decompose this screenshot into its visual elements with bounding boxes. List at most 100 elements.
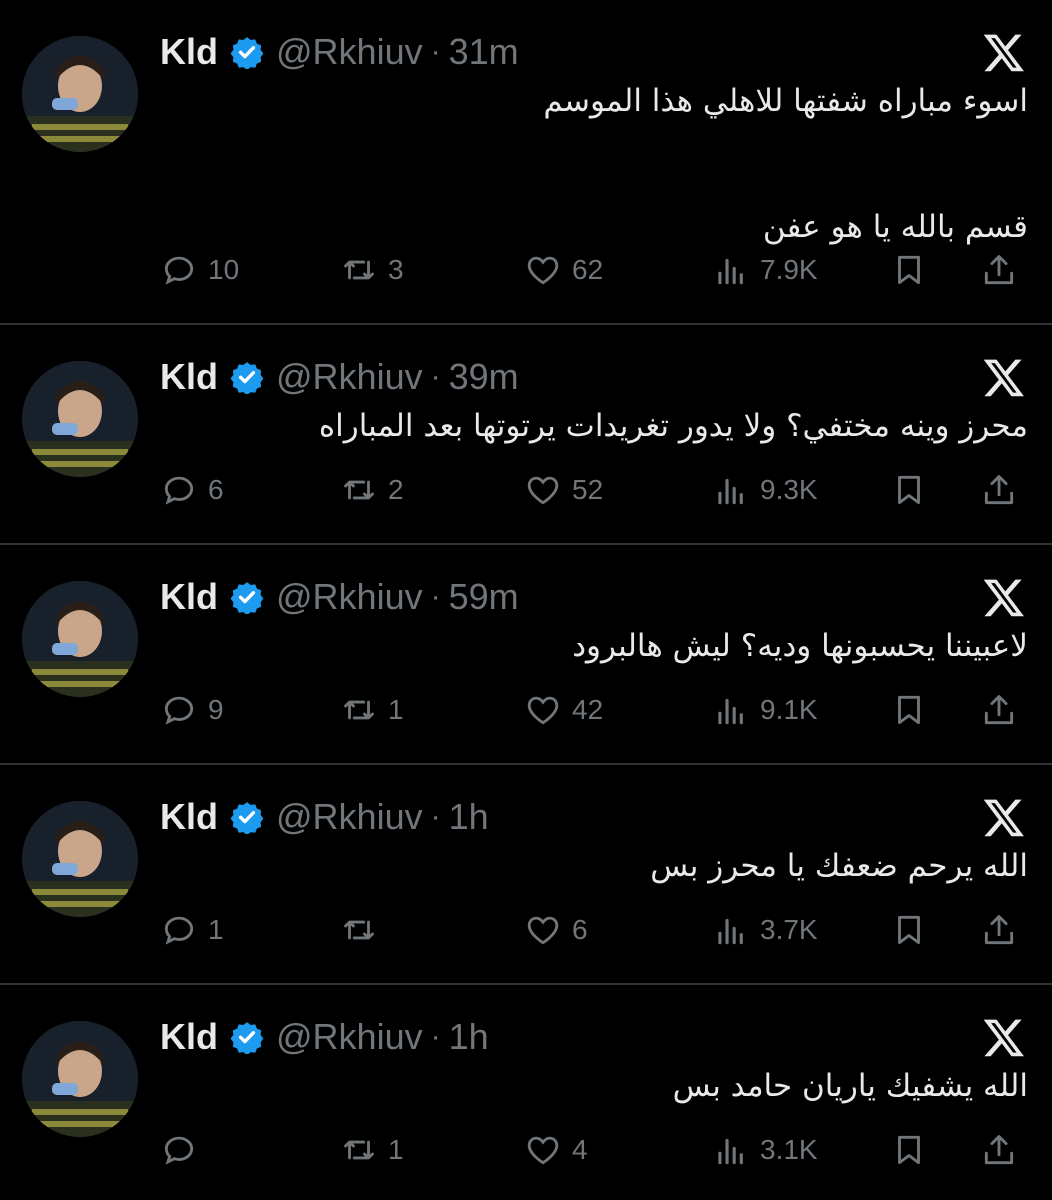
- like-button[interactable]: 52: [524, 468, 603, 512]
- views-icon: [718, 918, 743, 945]
- bookmark-button[interactable]: [890, 688, 928, 732]
- like-button[interactable]: 42: [524, 688, 603, 732]
- tweet-header: Kld @Rkhiuv · 59m: [160, 573, 519, 621]
- handle[interactable]: @Rkhiuv: [276, 1016, 423, 1058]
- timestamp[interactable]: 1h: [449, 1016, 489, 1058]
- retweet-count: 2: [388, 474, 404, 505]
- heart-icon: [527, 696, 559, 725]
- heart-icon: [527, 1136, 559, 1165]
- retweet-icon: [344, 1140, 374, 1160]
- heart-icon: [527, 476, 559, 505]
- views-icon: [718, 1138, 743, 1165]
- tweet[interactable]: Kld @Rkhiuv · 1h الله يشفيك ياريان حامد …: [0, 985, 1052, 1200]
- heart-icon: [527, 256, 559, 285]
- tweet-text-line: قسم بالله يا هو عفن: [762, 209, 1028, 245]
- reply-button[interactable]: 1: [160, 908, 224, 952]
- verified-badge-icon: [230, 1020, 264, 1054]
- views-button[interactable]: 9.3K: [712, 468, 818, 512]
- avatar[interactable]: [22, 1021, 138, 1137]
- retweet-button[interactable]: 1: [340, 1128, 404, 1172]
- like-button[interactable]: 6: [524, 908, 588, 952]
- heart-icon: [527, 916, 559, 945]
- retweet-button[interactable]: [340, 908, 388, 952]
- retweet-button[interactable]: 2: [340, 468, 404, 512]
- x-logo-icon: [982, 1015, 1026, 1059]
- like-button[interactable]: 4: [524, 1128, 588, 1172]
- timestamp[interactable]: 1h: [449, 796, 489, 838]
- bookmark-icon: [898, 475, 920, 505]
- retweet-count: 1: [388, 694, 404, 725]
- reply-button[interactable]: 6: [160, 468, 224, 512]
- display-name[interactable]: Kld: [160, 356, 218, 398]
- share-button[interactable]: [980, 1128, 1018, 1172]
- tweet-actions: 1 4 3.1K: [160, 1128, 1028, 1172]
- views-count: 7.9K: [760, 254, 818, 285]
- bookmark-icon: [898, 695, 920, 725]
- retweet-icon: [344, 920, 374, 940]
- views-count: 3.1K: [760, 1134, 818, 1165]
- retweet-button[interactable]: 1: [340, 688, 404, 732]
- avatar[interactable]: [22, 801, 138, 917]
- bookmark-icon: [898, 255, 920, 285]
- tweet-header: Kld @Rkhiuv · 39m: [160, 353, 519, 401]
- display-name[interactable]: Kld: [160, 576, 218, 618]
- reply-icon: [164, 696, 194, 725]
- display-name[interactable]: Kld: [160, 1016, 218, 1058]
- tweet[interactable]: Kld @Rkhiuv · 39m محرز وينه مختفي؟ ولا ي…: [0, 325, 1052, 545]
- handle[interactable]: @Rkhiuv: [276, 796, 423, 838]
- separator-dot: ·: [430, 1020, 441, 1053]
- timestamp[interactable]: 59m: [449, 576, 519, 618]
- avatar[interactable]: [22, 361, 138, 477]
- tweet-text-line: لاعبيننا يحسبونها وديه؟ ليش هالبرود: [572, 628, 1028, 664]
- retweet-icon: [344, 260, 374, 280]
- bookmark-button[interactable]: [890, 248, 928, 292]
- bookmark-button[interactable]: [890, 1128, 928, 1172]
- share-button[interactable]: [980, 688, 1018, 732]
- retweet-icon: [344, 480, 374, 500]
- reply-count: 9: [208, 694, 224, 725]
- views-button[interactable]: 3.7K: [712, 908, 818, 952]
- handle[interactable]: @Rkhiuv: [276, 576, 423, 618]
- retweet-button[interactable]: 3: [340, 248, 404, 292]
- share-icon: [984, 915, 1014, 945]
- retweet-icon: [344, 700, 374, 720]
- tweet-actions: 6 2 52 9.3K: [160, 468, 1028, 512]
- bookmark-icon: [898, 915, 920, 945]
- timestamp[interactable]: 31m: [449, 31, 519, 73]
- views-icon: [718, 258, 743, 285]
- display-name[interactable]: Kld: [160, 796, 218, 838]
- share-button[interactable]: [980, 908, 1018, 952]
- tweet[interactable]: Kld @Rkhiuv · 59m لاعبيننا يحسبونها وديه…: [0, 545, 1052, 765]
- tweet-text: محرز وينه مختفي؟ ولا يدور تغريدات يرتوته…: [160, 405, 1028, 447]
- views-button[interactable]: 9.1K: [712, 688, 818, 732]
- views-button[interactable]: 7.9K: [712, 248, 818, 292]
- bookmark-button[interactable]: [890, 468, 928, 512]
- like-count: 6: [572, 914, 588, 945]
- tweet-text: لاعبيننا يحسبونها وديه؟ ليش هالبرود: [160, 625, 1028, 667]
- avatar[interactable]: [22, 581, 138, 697]
- bookmark-button[interactable]: [890, 908, 928, 952]
- timestamp[interactable]: 39m: [449, 356, 519, 398]
- reply-count: 1: [208, 914, 224, 945]
- reply-button[interactable]: [160, 1128, 208, 1172]
- tweet-actions: 1 6 3.7K: [160, 908, 1028, 952]
- share-button[interactable]: [980, 468, 1018, 512]
- handle[interactable]: @Rkhiuv: [276, 31, 423, 73]
- views-icon: [718, 698, 743, 725]
- share-button[interactable]: [980, 248, 1018, 292]
- share-icon: [984, 695, 1014, 725]
- tweet[interactable]: Kld @Rkhiuv · 1h الله يرحم ضعفك يا محرز …: [0, 765, 1052, 985]
- tweet-text: الله يشفيك ياريان حامد بس: [160, 1065, 1028, 1107]
- separator-dot: ·: [430, 800, 441, 833]
- handle[interactable]: @Rkhiuv: [276, 356, 423, 398]
- like-button[interactable]: 62: [524, 248, 603, 292]
- reply-button[interactable]: 10: [160, 248, 239, 292]
- display-name[interactable]: Kld: [160, 31, 218, 73]
- avatar[interactable]: [22, 36, 138, 152]
- reply-button[interactable]: 9: [160, 688, 224, 732]
- views-button[interactable]: 3.1K: [712, 1128, 818, 1172]
- share-icon: [984, 255, 1014, 285]
- tweet[interactable]: Kld @Rkhiuv · 31m اسوء مباراه شفتها للاه…: [0, 0, 1052, 325]
- reply-icon: [164, 476, 194, 505]
- like-count: 62: [572, 254, 604, 285]
